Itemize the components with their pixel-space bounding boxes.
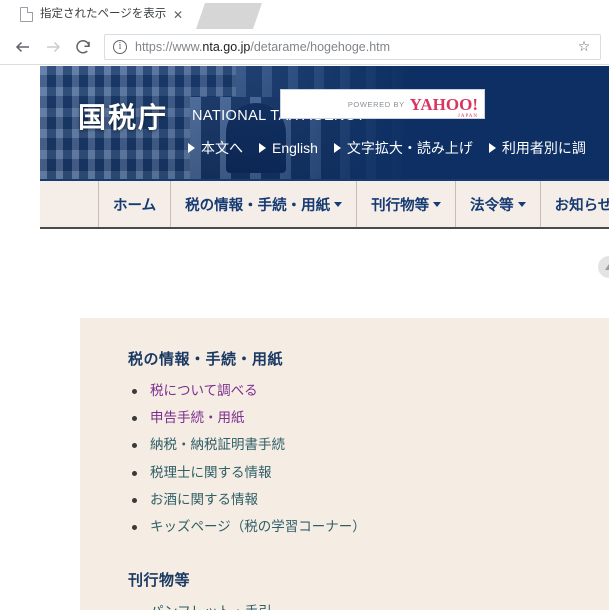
nav-item-tax-info[interactable]: 税の情報・手続・用紙 [170,181,356,227]
browser-tab-inactive[interactable] [196,3,262,29]
list-item: 税について調べる [128,383,609,399]
list-item: お酒に関する情報 [128,492,609,508]
list-item: 税理士に関する情報 [128,465,609,481]
list-item: キッズページ（税の学習コーナー） [128,519,609,535]
bookmark-star-icon[interactable]: ☆ [576,38,592,55]
header-link-honbun[interactable]: 本文へ [188,138,243,158]
list-item: 納税・納税証明書手続 [128,437,609,453]
section-heading: 税の情報・手続・用紙 [128,351,284,368]
yahoo-wordmark: YAHOO! [409,94,478,114]
header-link-label: English [272,140,318,156]
url-path: /detarame/hogehoge.htm [250,39,391,54]
nav-item-label: お知らせ [554,197,609,214]
section-publications: 刊行物等 パンフレット・手引 インターネット番組（Web-TAX-TV） [80,569,609,610]
browser-toolbar: i https://www.nta.go.jp/detarame/hogehog… [0,29,609,65]
link-kids-page[interactable]: キッズページ（税の学習コーナー） [150,519,366,534]
link-list: パンフレット・手引 インターネット番組（Web-TAX-TV） [128,604,609,610]
url-scheme: https://www. [135,39,203,54]
content-panel: 税の情報・手続・用紙 税について調べる 申告手続・用紙 納税・納税証明書手続 税… [80,318,609,610]
site-search-box[interactable]: POWERED BY YAHOO! JAPAN [280,89,485,119]
header-link-label: 本文へ [201,140,243,156]
link-tax-accountant-info[interactable]: 税理士に関する情報 [150,465,272,480]
nav-item-label: 税の情報・手続・用紙 [185,197,331,214]
list-item: 申告手続・用紙 [128,410,609,426]
header-link-by-user[interactable]: 利用者別に調 [488,138,586,158]
chevron-down-icon [517,201,526,207]
link-list: 税について調べる 申告手続・用紙 納税・納税証明書手続 税理士に関する情報 お酒… [128,383,609,535]
reload-icon[interactable] [68,32,98,62]
tab-strip: 指定されたページを表示でき ✕ [0,0,609,29]
nav-item-publications[interactable]: 刊行物等 [356,181,455,227]
triangle-bullet-icon [488,143,496,153]
triangle-bullet-icon [333,143,341,153]
browser-window: 指定されたページを表示でき ✕ i https://www.nta.go.jp/… [0,0,609,610]
url-domain: nta.go.jp [202,39,251,54]
list-item: パンフレット・手引 [128,604,609,610]
header-utility-links: 本文へ English 文字拡大・読み上げ 利用者別に調 [188,138,586,158]
page-viewport: 国税庁 NATIONAL TAX AGENCY 本文へ English 文字拡大… [0,66,609,610]
powered-by-label: POWERED BY [347,99,405,109]
triangle-bullet-icon [259,143,266,153]
nav-item-label: ホーム [113,197,157,214]
url-text: https://www.nta.go.jp/detarame/hogehoge.… [135,40,576,54]
triangle-bullet-icon [188,143,195,153]
forward-icon [38,32,68,62]
nav-item-label: 法令等 [470,197,514,214]
header-link-label: 利用者別に調 [501,140,586,156]
nav-item-label: 刊行物等 [371,197,430,214]
page-icon [20,7,33,22]
nav-item-laws[interactable]: 法令等 [455,181,540,227]
scroll-to-top-button[interactable] [598,256,609,278]
site-info-icon[interactable]: i [113,39,127,54]
site-header: 国税庁 NATIONAL TAX AGENCY 本文へ English 文字拡大… [40,66,609,179]
chevron-down-icon [334,201,343,207]
yahoo-japan-logo: YAHOO! JAPAN [409,94,478,119]
link-tax-lookup[interactable]: 税について調べる [150,383,258,398]
section-tax-info: 税の情報・手続・用紙 税について調べる 申告手続・用紙 納税・納税証明書手続 税… [80,348,609,535]
site-logo-jp[interactable]: 国税庁 [78,96,168,136]
link-liquor-info[interactable]: お酒に関する情報 [150,492,258,507]
header-link-label: 文字拡大・読み上げ [346,140,473,156]
global-nav: ホーム 税の情報・手続・用紙 刊行物等 法令等 お知らせ [40,179,609,229]
address-bar[interactable]: i https://www.nta.go.jp/detarame/hogehog… [104,33,601,60]
site-root: 国税庁 NATIONAL TAX AGENCY 本文へ English 文字拡大… [40,66,609,610]
tab-title: 指定されたページを表示でき [40,8,166,20]
nav-item-home[interactable]: ホーム [98,181,170,227]
header-link-text-size[interactable]: 文字拡大・読み上げ [333,138,473,158]
header-link-english[interactable]: English [259,140,318,156]
section-heading: 刊行物等 [128,572,191,590]
link-pamphlets[interactable]: パンフレット・手引 [150,604,272,610]
chevron-down-icon [433,201,442,207]
back-icon[interactable] [8,32,38,62]
close-icon[interactable]: ✕ [170,7,186,23]
browser-tab-active[interactable]: 指定されたページを表示でき ✕ [1,0,192,29]
arrow-up-icon [605,264,609,270]
link-filing-forms[interactable]: 申告手続・用紙 [150,410,245,425]
yahoo-japan-sub: JAPAN [457,113,478,119]
link-payment-certificate[interactable]: 納税・納税証明書手続 [150,437,285,452]
nav-item-news[interactable]: お知らせ [539,181,609,227]
